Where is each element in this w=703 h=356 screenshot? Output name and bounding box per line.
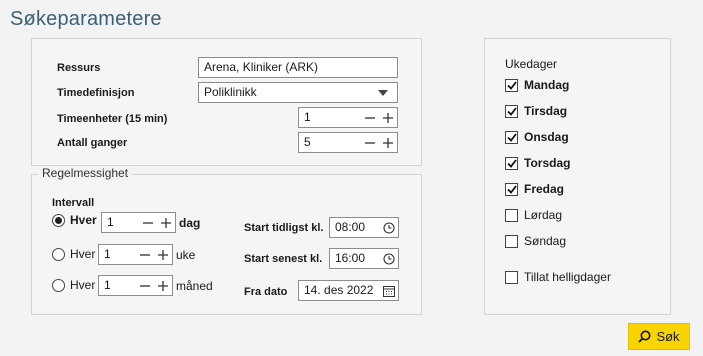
timedef-value: Poliklinikk <box>204 85 257 99</box>
start-tidligst-label: Start tidligst kl. <box>244 222 324 234</box>
helligdager-checkbox[interactable] <box>505 270 518 284</box>
interval-unit-month: måned <box>176 279 213 293</box>
search-button[interactable]: Søk <box>628 323 690 350</box>
weekday-label: Tirsdag <box>524 104 568 118</box>
plus-icon[interactable] <box>157 213 175 232</box>
minus-icon[interactable] <box>136 276 154 295</box>
weekday-row[interactable]: Fredag <box>505 182 570 196</box>
fra-dato-field[interactable]: 14. des 2022 <box>298 280 399 301</box>
ressurs-field[interactable]: Arena, Kliniker (ARK) <box>198 57 398 78</box>
timeenheter-label: Timeenheter (15 min) <box>57 113 168 125</box>
page-title: Søkeparametere <box>10 8 162 30</box>
plus-icon[interactable] <box>379 108 397 127</box>
minus-icon[interactable] <box>136 245 154 264</box>
weekday-label: Onsdag <box>524 130 569 144</box>
timeenheter-stepper[interactable]: 1 <box>298 107 398 128</box>
start-senest-value: 16:00 <box>335 251 366 265</box>
antall-label: Antall ganger <box>57 137 128 149</box>
intervall-label: Intervall <box>52 197 95 209</box>
interval-week-stepper[interactable]: 1 <box>98 244 173 265</box>
calendar-icon[interactable] <box>380 281 398 300</box>
clock-icon[interactable] <box>380 218 398 237</box>
timeenheter-value: 1 <box>304 110 311 124</box>
weekday-label: Fredag <box>524 182 565 196</box>
timedef-label: Timedefinisjon <box>57 87 135 99</box>
interval-day-value: 1 <box>107 215 114 229</box>
interval-day-stepper[interactable]: 1 <box>101 212 176 233</box>
ukedager-title: Ukedager <box>505 57 558 71</box>
regelmessighet-title: Regelmessighet <box>38 166 133 180</box>
search-label: Søk <box>656 329 680 344</box>
weekday-checkbox[interactable] <box>505 130 518 144</box>
ressurs-label: Ressurs <box>57 62 101 74</box>
weekday-label: Søndag <box>524 234 567 248</box>
weekday-label: Torsdag <box>524 156 571 170</box>
fra-dato-label: Fra dato <box>244 286 288 298</box>
interval-week-value: 1 <box>104 247 111 261</box>
antall-value: 5 <box>304 135 311 149</box>
weekday-row[interactable]: Tirsdag <box>505 104 570 118</box>
search-icon <box>638 330 651 343</box>
minus-icon[interactable] <box>361 108 379 127</box>
plus-icon[interactable] <box>379 133 397 152</box>
helligdager-label: Tillat helligdager <box>524 270 611 284</box>
weekday-label: Lørdag <box>524 208 563 222</box>
weekday-checkbox[interactable] <box>505 234 518 248</box>
interval-month-value: 1 <box>104 278 111 292</box>
checkmark-icon <box>506 158 517 168</box>
weekday-row[interactable]: Søndag <box>505 234 570 248</box>
weekday-label: Mandag <box>524 78 570 92</box>
antall-stepper[interactable]: 5 <box>298 132 398 153</box>
checkmark-icon <box>506 106 517 116</box>
clock-icon[interactable] <box>380 249 398 268</box>
chevron-down-icon <box>378 90 388 96</box>
interval-unit-day: dag <box>179 216 201 230</box>
interval-prefix: Hver <box>70 213 97 227</box>
weekday-checkbox[interactable] <box>505 104 518 118</box>
helligdager-row[interactable]: Tillat helligdager <box>505 270 611 284</box>
weekday-checkbox[interactable] <box>505 156 518 170</box>
start-senest-label: Start senest kl. <box>244 253 323 265</box>
weekday-row[interactable]: Lørdag <box>505 208 570 222</box>
ukedager-list: Mandag Tirsdag Onsdag Torsdag Fredag Lørdag Sø… <box>505 78 570 248</box>
interval-prefix: Hver <box>70 247 96 261</box>
weekday-row[interactable]: Torsdag <box>505 156 570 170</box>
checkmark-icon <box>506 184 517 194</box>
weekday-checkbox[interactable] <box>505 208 518 222</box>
weekday-row[interactable]: Onsdag <box>505 130 570 144</box>
weekday-row[interactable]: Mandag <box>505 78 570 92</box>
fra-dato-value: 14. des 2022 <box>304 283 374 297</box>
radio-month[interactable] <box>52 278 65 292</box>
weekday-checkbox[interactable] <box>505 78 518 92</box>
interval-row-week[interactable]: Hver <box>52 247 95 261</box>
start-tidligst-field[interactable]: 08:00 <box>329 217 399 238</box>
minus-icon[interactable] <box>361 133 379 152</box>
radio-week[interactable] <box>52 247 65 261</box>
checkmark-icon <box>506 132 517 142</box>
interval-month-stepper[interactable]: 1 <box>98 275 173 296</box>
interval-prefix: Hver <box>70 278 96 292</box>
interval-unit-week: uke <box>176 248 196 262</box>
plus-icon[interactable] <box>154 245 172 264</box>
timedef-select[interactable]: Poliklinikk <box>198 82 398 103</box>
weekday-checkbox[interactable] <box>505 182 518 196</box>
start-senest-field[interactable]: 16:00 <box>329 248 399 269</box>
checkmark-icon <box>506 80 517 90</box>
interval-row-month[interactable]: Hver <box>52 278 95 292</box>
plus-icon[interactable] <box>154 276 172 295</box>
interval-row-day[interactable]: Hver <box>52 213 97 227</box>
minus-icon[interactable] <box>139 213 157 232</box>
radio-day[interactable] <box>52 213 65 227</box>
start-tidligst-value: 08:00 <box>335 220 366 234</box>
